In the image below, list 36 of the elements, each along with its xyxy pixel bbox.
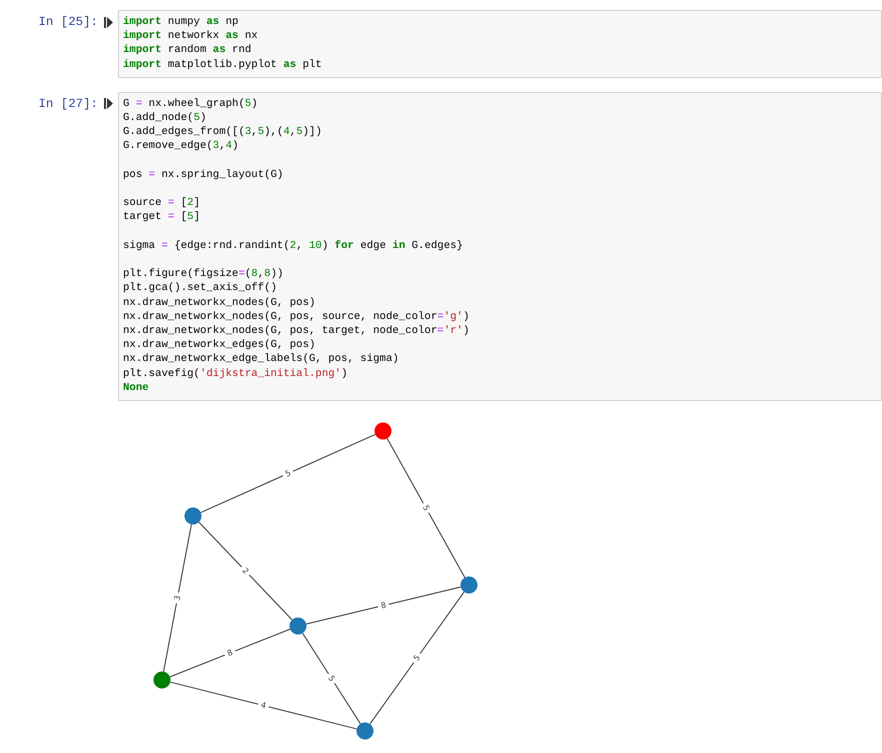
code-line: import numpy as np xyxy=(123,15,238,30)
input-prompt: In [27]: xyxy=(38,96,98,112)
edge-label: 5 xyxy=(326,674,337,684)
code-line: None xyxy=(123,380,149,396)
code-line: nx.draw_networkx_nodes(G, pos) xyxy=(123,296,316,310)
edge-label: 3 xyxy=(172,594,182,602)
run-icon[interactable] xyxy=(104,98,113,110)
run-icon[interactable] xyxy=(104,16,113,28)
code-line: plt.figure(figsize=(8,8)) xyxy=(123,267,284,282)
code-line: target = [5] xyxy=(123,210,200,225)
code-line: nx.draw_networkx_nodes(G, pos, target, node_color='r') xyxy=(123,324,470,338)
input-prompt: In [25]: xyxy=(38,14,98,30)
code-line: import random as rnd xyxy=(123,43,252,58)
code-line: import matplotlib.pyplot as plt xyxy=(123,58,322,72)
edge-label: 8 xyxy=(380,600,388,610)
code-line: G.remove_edge(3,4) xyxy=(123,139,238,154)
code-line: G.add_edges_from([(3,5),(4,5)]) xyxy=(123,125,322,140)
edge-label: 5 xyxy=(284,468,292,479)
edge-label: 4 xyxy=(260,700,268,710)
code-line: source = [2] xyxy=(123,196,200,210)
edge-label: 8 xyxy=(226,648,234,658)
code-line: pos = nx.spring_layout(G) xyxy=(123,168,284,182)
code-line: nx.draw_networkx_edge_labels(G, pos, sigma) xyxy=(123,352,399,367)
code-line: G.add_node(5) xyxy=(123,111,206,126)
code-line: G = nx.wheel_graph(5) xyxy=(123,96,258,112)
code-line: plt.savefig('dijkstra_initial.png') xyxy=(123,366,348,381)
code-input-area[interactable]: import numpy as np import networkx as nx import random as rnd import matplotlib.pyplot as plt xyxy=(118,10,882,78)
edge-label: 2 xyxy=(240,566,251,576)
code-input-area[interactable] xyxy=(118,92,882,402)
code-line: sigma = {edge:rnd.randint(2, 10) for edge in G.edges} xyxy=(123,238,463,253)
edge-label: 5 xyxy=(412,653,422,663)
code-line: plt.gca().set_axis_off() xyxy=(123,281,277,296)
code-line: import networkx as nx xyxy=(123,29,258,44)
code-line: nx.draw_networkx_nodes(G, pos, source, node_color='g') xyxy=(123,310,470,324)
edge-label: 5 xyxy=(420,504,432,512)
code-line: nx.draw_networkx_edges(G, pos) xyxy=(123,338,316,352)
